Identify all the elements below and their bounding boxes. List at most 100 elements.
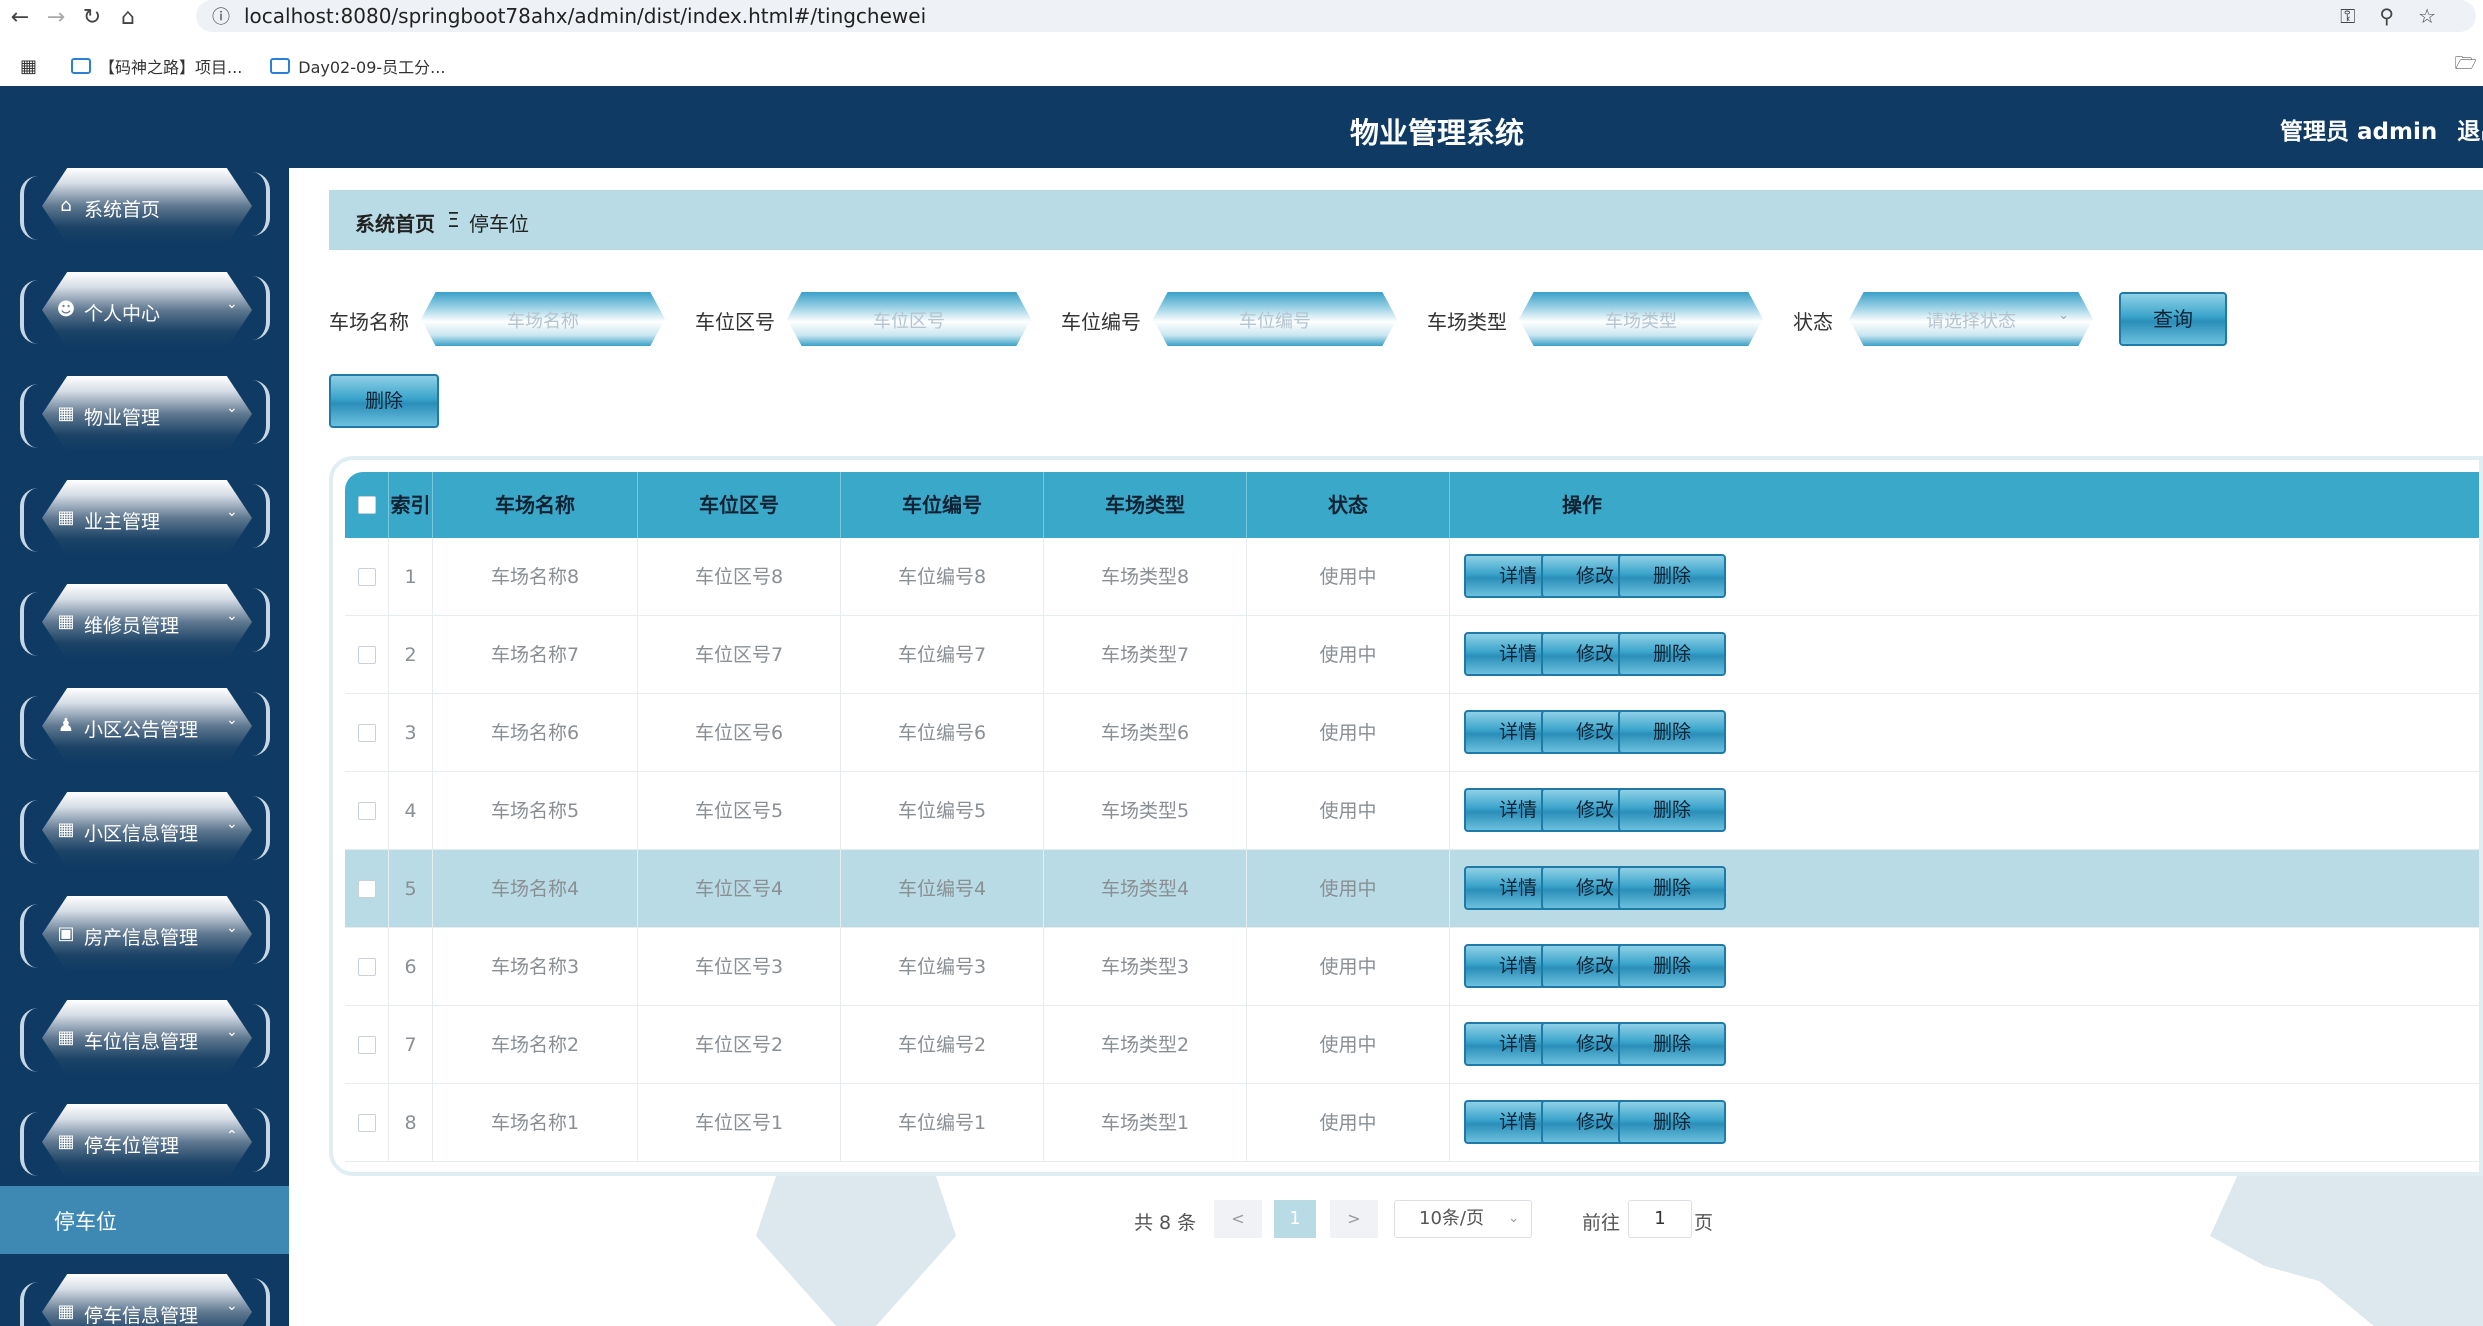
delete-button[interactable]: 删除: [1618, 710, 1726, 754]
grid-icon: ▦: [57, 1027, 75, 1048]
row-checkbox[interactable]: [358, 802, 376, 820]
row-checkbox[interactable]: [358, 880, 376, 898]
row-checkbox[interactable]: [358, 724, 376, 742]
table-row[interactable]: 8 车场名称1 车位区号1 车位编号1 车场类型1 使用中 详情 修改 删除: [345, 1084, 2479, 1162]
space-zone-input[interactable]: 车位区号: [787, 292, 1031, 346]
table-cell: 车场类型1: [1044, 1084, 1247, 1162]
table-cell: 8: [389, 1084, 433, 1162]
query-button[interactable]: 查询: [2119, 292, 2227, 346]
goto-page-input[interactable]: 1: [1628, 1200, 1692, 1238]
table-row[interactable]: 7 车场名称2 车位区号2 车位编号2 车场类型2 使用中 详情 修改 删除: [345, 1006, 2479, 1084]
table-cell: 车场类型4: [1044, 850, 1247, 928]
breadcrumb-current: 停车位: [469, 212, 529, 236]
prev-page-button[interactable]: <: [1214, 1200, 1262, 1238]
sidebar-item-parking-info[interactable]: ▦ 车位信息管理 ⌄: [20, 1000, 270, 1082]
sidebar-item-parking-record[interactable]: ▦ 停车信息管理 ⌄: [20, 1274, 270, 1326]
search-label: 车场名称: [329, 310, 409, 334]
address-bar[interactable]: ⓘ localhost:8080/springboot78ahx/admin/d…: [196, 0, 2476, 32]
apps-grid-icon[interactable]: ▦: [20, 56, 37, 77]
sidebar: ⌂ 系统首页 ☻ 个人中心 ⌄ ▦ 物业管理 ⌄ ▦ 业主管理 ⌄ ▦ 维修员管…: [0, 168, 289, 1326]
grid-icon: ▦: [57, 1301, 75, 1322]
user-icon: ☻: [56, 299, 76, 320]
table-row[interactable]: 3 车场名称6 车位区号6 车位编号6 车场类型6 使用中 详情 修改 删除: [345, 694, 2479, 772]
table-cell: 车场名称7: [433, 616, 638, 694]
goto-label: 前往: [1582, 1212, 1621, 1234]
table-cell: 车场类型8: [1044, 538, 1247, 616]
home-nav-icon[interactable]: ⌂: [112, 1, 144, 33]
table-cell: 使用中: [1247, 694, 1450, 772]
star-icon[interactable]: ☆: [2418, 4, 2436, 28]
sidebar-item-notice[interactable]: ♟ 小区公告管理 ⌄: [20, 688, 270, 770]
folder-icon[interactable]: 🗁: [2455, 51, 2477, 81]
chevron-down-icon: ⌄: [226, 1024, 238, 1040]
chevron-down-icon: ⌄: [2058, 308, 2069, 323]
space-number-input[interactable]: 车位编号: [1153, 292, 1397, 346]
breadcrumb-separator: Ξ: [447, 208, 460, 232]
table-cell: 车位区号7: [638, 616, 841, 694]
row-select-cell: [345, 772, 389, 850]
delete-button[interactable]: 删除: [1618, 866, 1726, 910]
sidebar-item-personal[interactable]: ☻ 个人中心 ⌄: [20, 272, 270, 354]
sidebar-item-parking-space[interactable]: ▦ 停车位管理 ⌃: [20, 1104, 270, 1186]
table-row[interactable]: 6 车场名称3 车位区号3 车位编号3 车场类型3 使用中 详情 修改 删除: [345, 928, 2479, 1006]
row-checkbox[interactable]: [358, 1036, 376, 1054]
sidebar-item-home[interactable]: ⌂ 系统首页: [20, 168, 270, 250]
row-select-cell: [345, 616, 389, 694]
sidebar-item-community[interactable]: ▦ 小区信息管理 ⌄: [20, 792, 270, 874]
logout-link[interactable]: 退出: [2457, 119, 2483, 145]
reload-icon[interactable]: ↻: [76, 1, 108, 33]
batch-delete-button[interactable]: 删除: [329, 374, 439, 428]
forward-icon[interactable]: →: [40, 1, 72, 33]
data-table: 索引 车场名称 车位区号 车位编号 车场类型 状态 操作 1 车场名称8 车位区号8…: [329, 456, 2483, 1176]
delete-button[interactable]: 删除: [1618, 944, 1726, 988]
delete-button[interactable]: 删除: [1618, 1022, 1726, 1066]
bookmark-item[interactable]: Day02-09-员工分...: [270, 54, 445, 78]
delete-button[interactable]: 删除: [1618, 554, 1726, 598]
row-checkbox[interactable]: [358, 568, 376, 586]
select-all-checkbox[interactable]: [358, 496, 376, 514]
table-row[interactable]: 5 车场名称4 车位区号4 车位编号4 车场类型4 使用中 详情 修改 删除: [345, 850, 2479, 928]
zoom-icon[interactable]: ⚲: [2379, 4, 2394, 28]
parking-lot-name-input[interactable]: 车场名称: [421, 292, 665, 346]
sidebar-item-housing[interactable]: ▣ 房产信息管理 ⌄: [20, 896, 270, 978]
app-header: 物业管理系统 管理员 admin 退出: [0, 86, 2483, 168]
user-info: 管理员 admin 退出: [2280, 112, 2483, 146]
sidebar-item-property[interactable]: ▦ 物业管理 ⌄: [20, 376, 270, 458]
chevron-down-icon: ⌄: [226, 920, 238, 936]
sidebar-item-repairman[interactable]: ▦ 维修员管理 ⌄: [20, 584, 270, 666]
page-number-current[interactable]: 1: [1274, 1200, 1316, 1238]
sidebar-subitem-parking[interactable]: 停车位: [0, 1186, 289, 1254]
delete-button[interactable]: 删除: [1618, 1100, 1726, 1144]
table-cell: 5: [389, 850, 433, 928]
table-cell: 使用中: [1247, 928, 1450, 1006]
breadcrumb: 系统首页 Ξ 停车位: [329, 190, 2483, 250]
breadcrumb-home[interactable]: 系统首页: [355, 208, 435, 237]
row-checkbox[interactable]: [358, 1114, 376, 1132]
status-select[interactable]: 请选择状态 ⌄: [1849, 292, 2093, 346]
chevron-down-icon: ⌄: [226, 296, 238, 312]
sidebar-item-owner[interactable]: ▦ 业主管理 ⌄: [20, 480, 270, 562]
delete-button[interactable]: 删除: [1618, 788, 1726, 832]
table-header: 索引 车场名称 车位区号 车位编号 车场类型 状态 操作: [345, 472, 2479, 538]
sidebar-item-label: 房产信息管理: [84, 927, 199, 949]
table-row[interactable]: 2 车场名称7 车位区号7 车位编号7 车场类型7 使用中 详情 修改 删除: [345, 616, 2479, 694]
row-checkbox[interactable]: [358, 958, 376, 976]
row-checkbox[interactable]: [358, 646, 376, 664]
bookmark-item[interactable]: 【码神之路】项目...: [71, 54, 242, 78]
key-icon[interactable]: ⚿: [2340, 4, 2355, 28]
table-row[interactable]: 1 车场名称8 车位区号8 车位编号8 车场类型8 使用中 详情 修改 删除: [345, 538, 2479, 616]
page-size-select[interactable]: 10条/页 ⌄: [1394, 1200, 1532, 1238]
search-label: 车位区号: [695, 310, 775, 334]
table-cell: 车场类型6: [1044, 694, 1247, 772]
input-placeholder: 车位编号: [1239, 311, 1311, 332]
bookmark-label: Day02-09-员工分...: [298, 58, 446, 77]
chevron-down-icon: ⌄: [1508, 1211, 1519, 1226]
lot-type-input[interactable]: 车场类型: [1519, 292, 1763, 346]
next-page-button[interactable]: >: [1330, 1200, 1378, 1238]
table-cell: 车场名称6: [433, 694, 638, 772]
table-row[interactable]: 4 车场名称5 车位区号5 车位编号5 车场类型5 使用中 详情 修改 删除: [345, 772, 2479, 850]
back-icon[interactable]: ←: [4, 1, 36, 33]
delete-button[interactable]: 删除: [1618, 632, 1726, 676]
site-info-icon[interactable]: ⓘ: [212, 3, 230, 29]
input-placeholder: 车场类型: [1605, 311, 1677, 332]
